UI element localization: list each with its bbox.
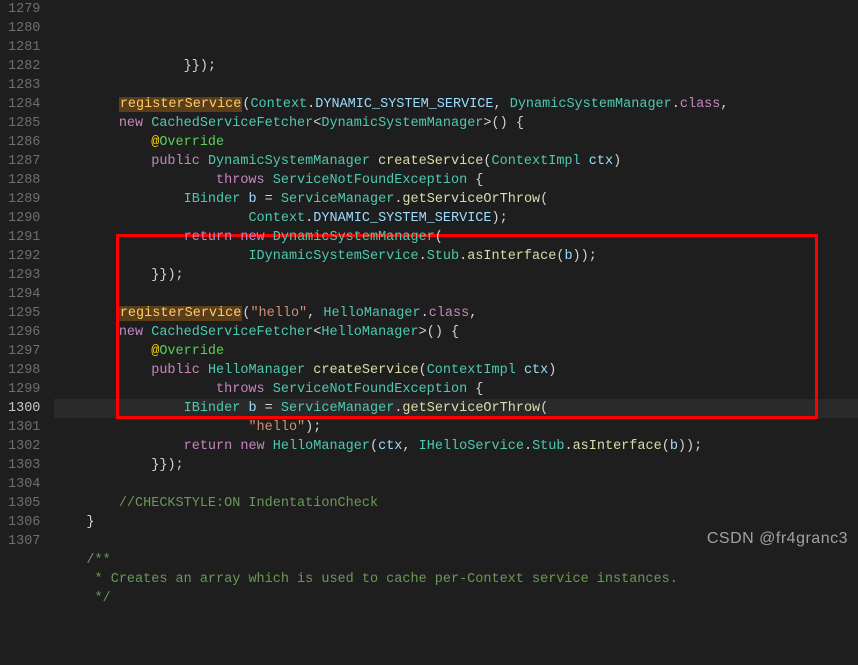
line-number: 1307 [8, 532, 40, 551]
code-line[interactable]: }}); [54, 266, 858, 285]
line-number: 1286 [8, 133, 40, 152]
code-line[interactable]: }}); [54, 57, 858, 76]
line-number: 1283 [8, 76, 40, 95]
code-line[interactable]: }}); [54, 456, 858, 475]
line-number: 1294 [8, 285, 40, 304]
line-number: 1303 [8, 456, 40, 475]
code-line[interactable]: new CachedServiceFetcher<DynamicSystemMa… [54, 114, 858, 133]
line-number: 1281 [8, 38, 40, 57]
line-number: 1292 [8, 247, 40, 266]
code-line[interactable]: Context.DYNAMIC_SYSTEM_SERVICE); [54, 209, 858, 228]
line-number: 1289 [8, 190, 40, 209]
line-number: 1299 [8, 380, 40, 399]
code-line[interactable]: "hello"); [54, 418, 858, 437]
code-line[interactable] [54, 532, 858, 551]
line-number: 1304 [8, 475, 40, 494]
code-line[interactable]: IBinder b = ServiceManager.getServiceOrT… [54, 399, 858, 418]
code-line[interactable]: IDynamicSystemService.Stub.asInterface(b… [54, 247, 858, 266]
code-line[interactable]: return new HelloManager(ctx, IHelloServi… [54, 437, 858, 456]
code-line[interactable]: registerService(Context.DYNAMIC_SYSTEM_S… [54, 95, 858, 114]
code-line[interactable]: throws ServiceNotFoundException { [54, 380, 858, 399]
code-line[interactable] [54, 285, 858, 304]
line-number: 1290 [8, 209, 40, 228]
line-number: 1306 [8, 513, 40, 532]
line-number: 1293 [8, 266, 40, 285]
code-line[interactable]: public HelloManager createService(Contex… [54, 361, 858, 380]
code-line[interactable]: @Override [54, 342, 858, 361]
code-line[interactable] [54, 475, 858, 494]
line-number: 1300 [8, 399, 40, 418]
code-line[interactable]: public DynamicSystemManager createServic… [54, 152, 858, 171]
line-number: 1301 [8, 418, 40, 437]
line-number: 1291 [8, 228, 40, 247]
code-line[interactable]: return new DynamicSystemManager( [54, 228, 858, 247]
line-number: 1305 [8, 494, 40, 513]
code-line[interactable]: //CHECKSTYLE:ON IndentationCheck [54, 494, 858, 513]
line-number: 1287 [8, 152, 40, 171]
line-number: 1296 [8, 323, 40, 342]
line-number: 1282 [8, 57, 40, 76]
code-line[interactable]: registerService("hello", HelloManager.cl… [54, 304, 858, 323]
code-line[interactable]: new CachedServiceFetcher<HelloManager>()… [54, 323, 858, 342]
line-number: 1285 [8, 114, 40, 133]
code-line[interactable]: */ [54, 589, 858, 608]
code-line[interactable]: IBinder b = ServiceManager.getServiceOrT… [54, 190, 858, 209]
code-line[interactable]: throws ServiceNotFoundException { [54, 171, 858, 190]
line-number: 1295 [8, 304, 40, 323]
line-number: 1302 [8, 437, 40, 456]
line-number: 1298 [8, 361, 40, 380]
code-editor[interactable]: 1279128012811282128312841285128612871288… [0, 0, 858, 554]
line-number: 1284 [8, 95, 40, 114]
code-line[interactable] [54, 76, 858, 95]
line-number: 1288 [8, 171, 40, 190]
code-line[interactable]: * Creates an array which is used to cach… [54, 570, 858, 589]
code-area[interactable]: }}); registerService(Context.DYNAMIC_SYS… [54, 0, 858, 554]
code-line[interactable]: } [54, 513, 858, 532]
line-number: 1297 [8, 342, 40, 361]
line-number: 1280 [8, 19, 40, 38]
line-number-gutter: 1279128012811282128312841285128612871288… [0, 0, 54, 554]
code-line[interactable]: @Override [54, 133, 858, 152]
line-number: 1279 [8, 0, 40, 19]
